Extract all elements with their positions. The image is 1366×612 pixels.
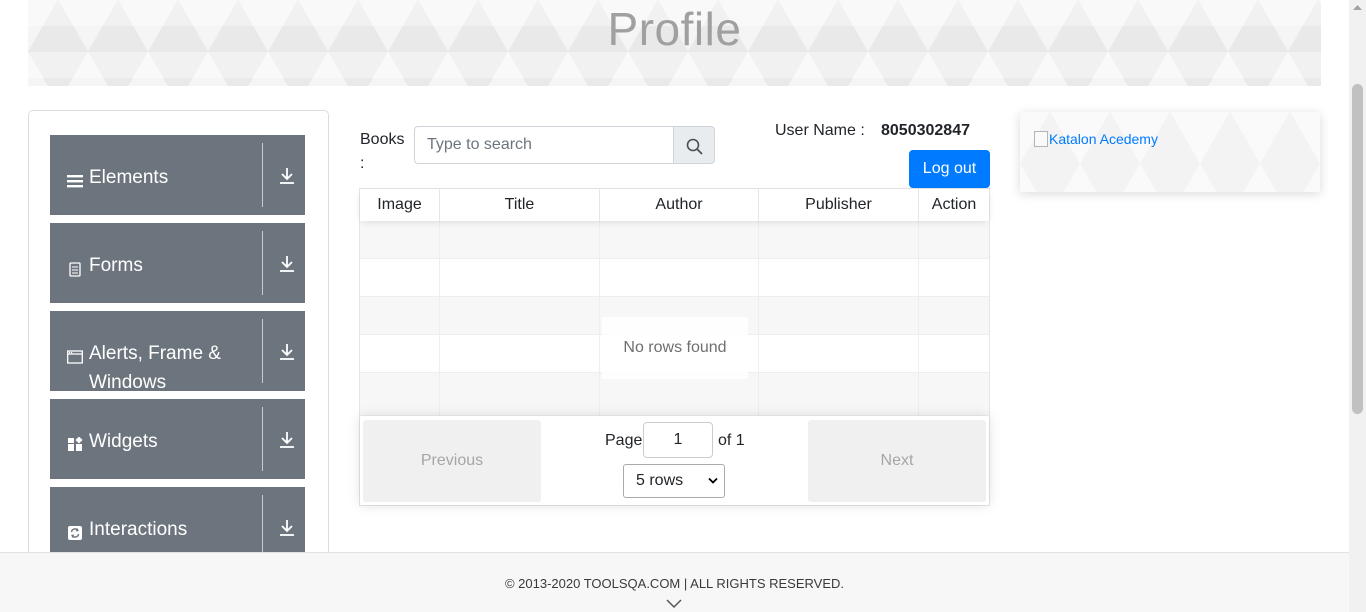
footer-copyright: © 2013-2020 TOOLSQA.COM | ALL RIGHTS RES… [504,576,845,591]
ad-alt-text: Katalon Acedemy [1049,131,1158,147]
download-arrow-icon[interactable] [278,255,296,273]
divider [262,319,263,383]
menu-group-forms[interactable]: Forms [50,223,305,303]
search-button[interactable] [673,126,715,164]
column-header-author[interactable]: Author [600,189,759,221]
katalon-ad-link[interactable]: Katalon Acedemy [1034,131,1158,147]
next-button[interactable]: Next [808,420,986,502]
header-banner: Profile [28,0,1321,86]
search-input[interactable] [414,126,674,164]
scroll-thumb[interactable] [1352,84,1363,414]
broken-image-icon [1034,131,1048,147]
column-header-action[interactable]: Action [919,189,989,221]
menu-group-label: Elements [89,167,169,188]
divider [262,231,263,295]
page-label: Page [605,432,643,449]
chevron-down-icon [708,477,718,484]
logout-button[interactable]: Log out [909,150,990,188]
menu-group-label: Interactions [89,519,188,540]
download-arrow-icon[interactable] [278,431,296,449]
books-label: Books : [360,131,405,172]
rows-per-page-select[interactable]: 5 rows [623,464,725,498]
pagination: Previous Page 1 of 1 5 rows Next [360,416,989,505]
menu-group-label: Alerts, Frame & Windows [89,343,221,393]
divider [262,495,263,559]
table-row [360,373,989,416]
menu-group-elements[interactable]: Elements [50,135,305,215]
download-arrow-icon[interactable] [278,167,296,185]
page: Profile Elements Forms Alerts, Frame & W… [0,0,1366,612]
search-icon [686,138,703,155]
menu-group-widgets[interactable]: Widgets [50,399,305,479]
scroll-up-icon[interactable] [1353,4,1362,10]
divider [262,407,263,471]
books-table: Image Title Author Publisher Action No r… [359,188,990,506]
column-header-image[interactable]: Image [360,189,440,221]
search-box [414,126,715,164]
chevron-down-icon[interactable] [666,599,682,609]
download-arrow-icon[interactable] [278,343,296,361]
download-arrow-icon[interactable] [278,519,296,537]
no-rows-message: No rows found [602,317,748,379]
page-total: of 1 [718,432,745,449]
menu-icon [67,173,83,189]
table-row [360,221,989,259]
user-name-label: User Name : [775,122,865,139]
widgets-icon [67,437,83,453]
window-icon [67,349,83,365]
previous-button[interactable]: Previous [363,420,541,502]
ad-panel: Katalon Acedemy [1020,112,1320,192]
menu-group-label: Forms [89,255,143,276]
page-title: Profile [607,3,742,55]
left-panel: Elements Forms Alerts, Frame & Windows W… [28,110,329,570]
interactions-icon [67,525,83,541]
table-header: Image Title Author Publisher Action [360,189,989,221]
rows-per-page-value: 5 rows [636,472,684,489]
user-name-value: 8050302847 [881,122,970,139]
menu-group-label: Widgets [89,431,158,452]
menu-group-alerts[interactable]: Alerts, Frame & Windows [50,311,305,393]
table-row [360,259,989,297]
column-header-title[interactable]: Title [440,189,600,221]
column-header-publisher[interactable]: Publisher [759,189,919,221]
footer: © 2013-2020 TOOLSQA.COM | ALL RIGHTS RES… [0,552,1349,612]
form-icon [67,261,83,277]
divider [262,143,263,207]
scrollbar[interactable] [1349,0,1366,612]
page-number-input[interactable]: 1 [643,422,713,458]
